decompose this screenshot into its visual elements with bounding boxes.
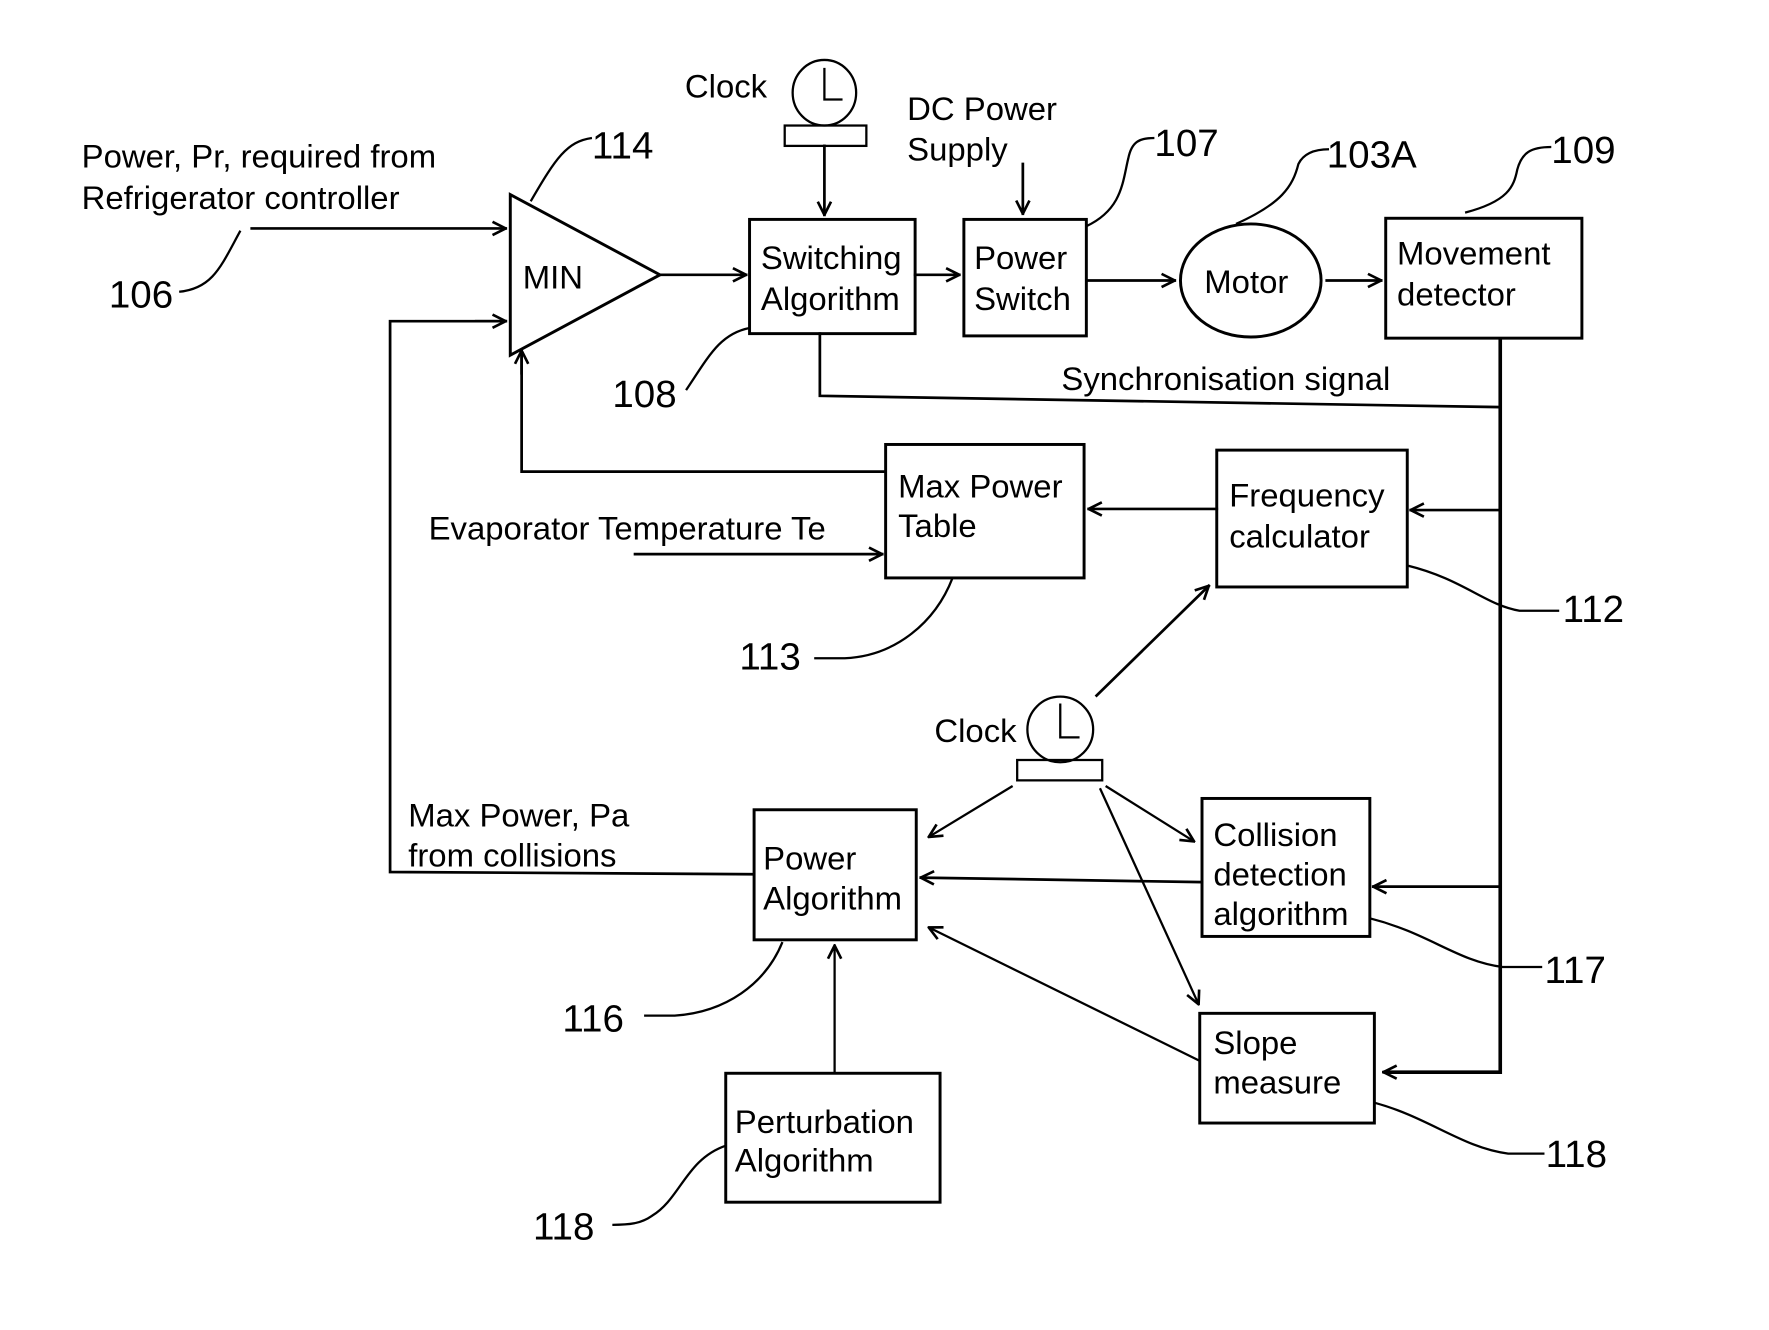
bottom-clock-label: Clock <box>934 712 1017 749</box>
dc-power-line2: Supply <box>907 131 1008 168</box>
slope-measure-line1: Slope <box>1213 1024 1297 1061</box>
switching-algorithm-line2: Algorithm <box>761 280 900 317</box>
collision-detection-line2: detection <box>1213 856 1346 893</box>
ref-108: 108 <box>612 373 676 416</box>
collision-detection-line1: Collision <box>1213 816 1337 853</box>
max-power-pa-line1: Max Power, Pa <box>408 797 630 834</box>
ref-117: 117 <box>1544 949 1605 992</box>
perturbation-algorithm-line2: Algorithm <box>735 1142 874 1179</box>
leader-113 <box>814 577 954 660</box>
leader-112 <box>1406 564 1560 612</box>
slope-to-power-arrow <box>929 927 1201 1062</box>
leader-107 <box>1085 136 1155 228</box>
leader-118-perturbation <box>612 1144 727 1226</box>
ref-116: 116 <box>562 997 623 1040</box>
frequency-calculator-line1: Frequency <box>1229 477 1385 514</box>
ref-118-slope: 118 <box>1546 1133 1607 1176</box>
max-power-pa-line2: from collisions <box>408 836 616 873</box>
ref-103a: 103A <box>1327 133 1417 176</box>
top-clock-icon <box>783 58 868 148</box>
max-power-table-line2: Table <box>898 507 977 544</box>
leader-109 <box>1464 145 1552 214</box>
power-switch-line2: Switch <box>974 280 1071 317</box>
ref-106: 106 <box>109 274 173 317</box>
evaporator-temperature-label: Evaporator Temperature Te <box>429 510 826 547</box>
collision-detection-line3: algorithm <box>1213 895 1348 932</box>
leader-114 <box>529 136 593 202</box>
clock-to-frequency-arrow <box>1094 586 1209 698</box>
power-algorithm-line1: Power <box>763 840 856 877</box>
power-algorithm-line2: Algorithm <box>763 879 902 916</box>
leader-106 <box>179 230 242 293</box>
clock-to-power-algorithm-arrow <box>929 785 1014 837</box>
bottom-clock-icon <box>1016 695 1104 782</box>
leader-118-slope <box>1374 1101 1545 1155</box>
max-power-table-line1: Max Power <box>898 468 1062 505</box>
leader-117 <box>1369 917 1543 969</box>
ref-109: 109 <box>1551 129 1615 172</box>
dc-power-line1: DC Power <box>907 90 1057 127</box>
leader-108 <box>685 326 750 391</box>
ref-118-perturbation: 118 <box>533 1206 594 1249</box>
pa-feedback-line <box>388 319 756 876</box>
power-switch-block <box>962 217 1088 338</box>
power-switch-line1: Power <box>974 239 1067 276</box>
ref-113: 113 <box>739 636 800 679</box>
leader-116 <box>644 941 784 1017</box>
motor-label: Motor <box>1204 263 1288 300</box>
leader-103a <box>1235 148 1330 225</box>
collision-to-power-arrow <box>921 878 1204 883</box>
frequency-calculator-line2: calculator <box>1229 517 1370 554</box>
switching-algorithm-line1: Switching <box>761 239 902 276</box>
clock-to-slope-arrow <box>1098 787 1199 1004</box>
min-label: MIN <box>523 258 583 295</box>
movement-detector-line1: Movement <box>1397 235 1550 272</box>
sync-signal-label: Synchronisation signal <box>1061 360 1390 397</box>
power-required-line2: Refrigerator controller <box>82 179 400 216</box>
top-clock-label: Clock <box>685 67 768 104</box>
block-diagram: Power, Pr, required from Refrigerator co… <box>82 58 1624 1249</box>
ref-107: 107 <box>1154 122 1218 165</box>
ref-114: 114 <box>592 124 653 167</box>
maxtable-to-min-line <box>520 349 887 473</box>
clock-to-collision-arrow <box>1105 785 1194 841</box>
power-required-label: Power, Pr, required from Refrigerator co… <box>82 137 436 216</box>
ref-112: 112 <box>1563 588 1624 631</box>
slope-measure-line2: measure <box>1213 1064 1341 1101</box>
movement-detector-line2: detector <box>1397 275 1516 312</box>
perturbation-algorithm-line1: Perturbation <box>735 1103 914 1140</box>
power-required-line1: Power, Pr, required from <box>82 137 436 174</box>
